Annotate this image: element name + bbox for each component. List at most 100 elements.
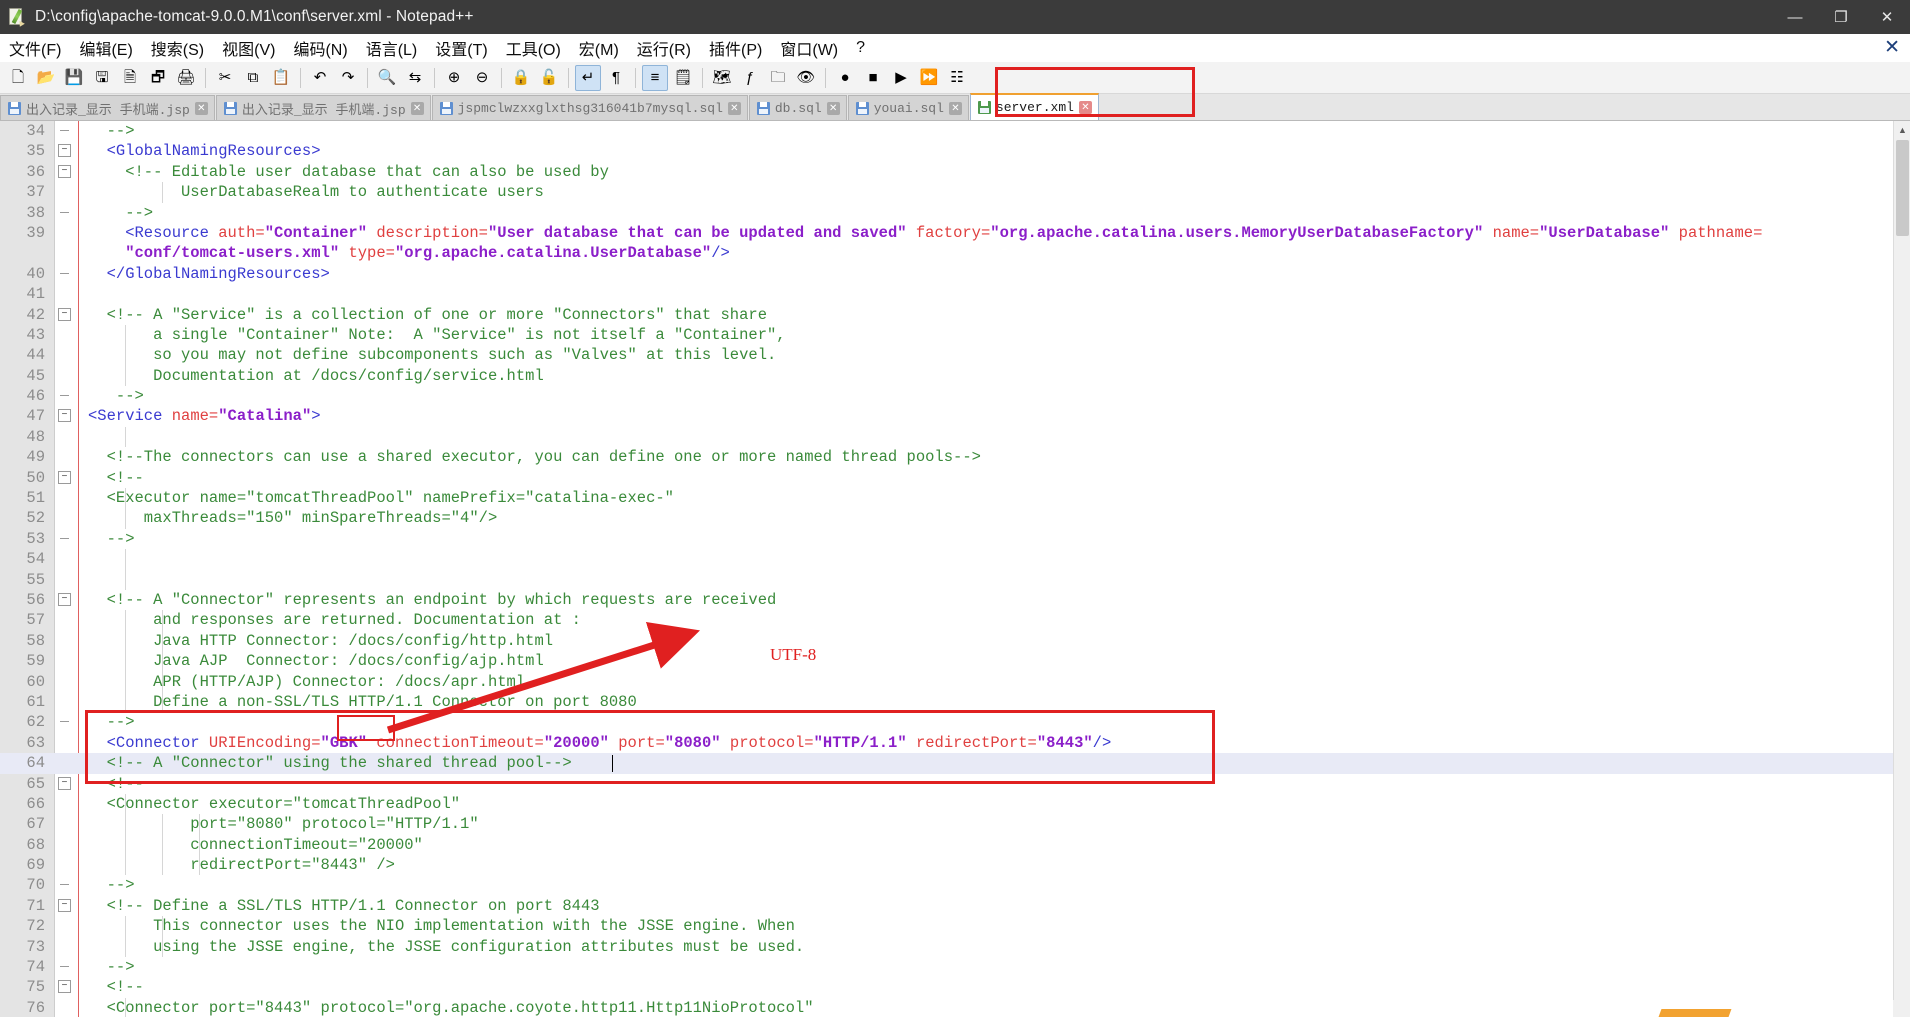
menu-help[interactable]: ? — [847, 36, 874, 60]
code-line[interactable]: 38 --> — [0, 203, 1910, 223]
code-line[interactable]: 52 maxThreads="150" minSpareThreads="4"/… — [0, 508, 1910, 529]
code-line[interactable]: 54 — [0, 549, 1910, 570]
menu-search[interactable]: 搜索(S) — [142, 33, 213, 63]
code-line[interactable]: 62 --> — [0, 712, 1910, 732]
paste-icon[interactable]: 📋 — [268, 65, 294, 91]
zoom-out-icon[interactable]: ⊖ — [469, 65, 495, 91]
fold-toggle-icon[interactable]: − — [58, 776, 71, 790]
code-line[interactable]: 55 — [0, 569, 1910, 590]
code-line[interactable]: 59 Java AJP Connector: /docs/config/ajp.… — [0, 651, 1910, 672]
find-icon[interactable]: 🔍 — [374, 65, 400, 91]
maximize-button[interactable]: ❐ — [1818, 0, 1864, 34]
menu-tools[interactable]: 工具(O) — [497, 33, 570, 63]
replace-icon[interactable]: ⇆ — [402, 65, 428, 91]
fold-toggle-icon[interactable]: − — [58, 470, 71, 484]
close-button[interactable]: ✕ — [1864, 0, 1910, 34]
code-line[interactable]: 36− <!-- Editable user database that can … — [0, 162, 1910, 182]
code-line[interactable]: 67 port="8080" protocol="HTTP/1.1" — [0, 814, 1910, 835]
code-line[interactable]: 41 — [0, 284, 1910, 304]
code-line[interactable]: 40 </GlobalNamingResources> — [0, 264, 1910, 284]
code-line[interactable]: 39 <Resource auth="Container" description… — [0, 223, 1910, 243]
code-line[interactable]: 75− <!-- — [0, 977, 1910, 997]
folder-as-workspace-icon[interactable]: 🗀 — [765, 65, 791, 91]
code-line[interactable]: "conf/tomcat-users.xml" type="org.apache… — [0, 243, 1910, 263]
code-line[interactable]: 51 <Executor name="tomcatThreadPool" name… — [0, 488, 1910, 509]
indent-guideline-icon[interactable]: ≡ — [642, 64, 668, 91]
macro-stop-icon[interactable]: ■ — [860, 65, 886, 91]
menu-run[interactable]: 运行(R) — [628, 33, 700, 63]
macro-save-icon[interactable]: ☷ — [944, 65, 970, 91]
cut-icon[interactable]: ✂ — [212, 65, 238, 91]
document-map-icon[interactable]: 🗺 — [709, 65, 735, 91]
new-file-icon[interactable]: 🗋 — [5, 65, 31, 91]
code-line[interactable]: 76 <Connector port="8443" protocol="org.a… — [0, 997, 1910, 1017]
tab-churu-jilu-2[interactable]: 出入记录_显示 手机端.jsp ✕ — [215, 95, 431, 120]
tab-db-sql[interactable]: db.sql ✕ — [748, 95, 847, 120]
sync-horizontal-scroll-icon[interactable]: 🔓 — [536, 65, 562, 91]
code-line[interactable]: 45 Documentation at /docs/config/service… — [0, 365, 1910, 387]
code-line[interactable]: 50− <!-- — [0, 468, 1910, 488]
code-line[interactable]: 74 --> — [0, 957, 1910, 977]
zoom-in-icon[interactable]: ⊕ — [441, 65, 467, 91]
code-line[interactable]: 37 UserDatabaseRealm to authenticate use… — [0, 182, 1910, 203]
menu-language[interactable]: 语言(L) — [357, 33, 427, 63]
function-list-icon[interactable]: ƒ — [737, 65, 763, 91]
fold-toggle-icon[interactable]: − — [58, 592, 71, 606]
undo-icon[interactable]: ↶ — [307, 65, 333, 91]
tab-close-icon[interactable]: ✕ — [948, 101, 962, 115]
code-line[interactable]: 46 --> — [0, 386, 1910, 406]
code-line[interactable]: 53 --> — [0, 529, 1910, 549]
code-line[interactable]: 49 <!--The connectors can use a shared ex… — [0, 447, 1910, 467]
tab-close-icon[interactable]: ✕ — [194, 101, 208, 115]
menu-window[interactable]: 窗口(W) — [771, 33, 847, 63]
code-editor[interactable]: 34 --> 35− <GlobalNamingResources> 36− <!-- E… — [0, 121, 1910, 1017]
redo-icon[interactable]: ↷ — [335, 65, 361, 91]
code-line[interactable]: 65− <!-- — [0, 774, 1910, 794]
close-file-icon[interactable]: 🗎 — [117, 65, 143, 91]
user-defined-language-icon[interactable]: 🗒 — [670, 65, 696, 91]
menu-settings[interactable]: 设置(T) — [426, 33, 496, 63]
tab-close-icon[interactable]: ✕ — [727, 101, 741, 115]
code-line[interactable]: 64 <!-- A "Connector" using the shared th… — [0, 753, 1910, 774]
tab-youai-sql[interactable]: youai.sql ✕ — [847, 95, 969, 120]
sync-vertical-scroll-icon[interactable]: 🔒 — [508, 65, 534, 91]
menu-encoding[interactable]: 编码(N) — [284, 33, 356, 63]
code-line[interactable]: 63 <Connector URIEncoding="GBK" connectio… — [0, 733, 1910, 753]
code-line[interactable]: 44 so you may not define subcomponents s… — [0, 345, 1910, 366]
code-line[interactable]: 35− <GlobalNamingResources> — [0, 141, 1910, 161]
code-line[interactable]: 58 Java HTTP Connector: /docs/config/htt… — [0, 630, 1910, 652]
code-line[interactable]: 43 a single "Container" Note: A "Service… — [0, 324, 1910, 346]
code-line[interactable]: 71− <!-- Define a SSL/TLS HTTP/1.1 Connec… — [0, 896, 1910, 916]
fold-toggle-icon[interactable]: − — [58, 164, 71, 178]
code-line[interactable]: 72 This connector uses the NIO implement… — [0, 916, 1910, 937]
code-line[interactable]: 61 Define a non-SSL/TLS HTTP/1.1 Connect… — [0, 691, 1910, 713]
close-document-icon[interactable]: ✕ — [1884, 36, 1900, 59]
code-line[interactable]: 69 redirectPort="8443" /> — [0, 855, 1910, 876]
fold-toggle-icon[interactable]: − — [58, 144, 71, 158]
monitoring-icon[interactable]: 👁 — [793, 65, 819, 91]
code-line[interactable]: 60 APR (HTTP/AJP) Connector: /docs/apr.h… — [0, 671, 1910, 692]
code-text-area[interactable]: 34 --> 35− <GlobalNamingResources> 36− <!-- E… — [0, 121, 1910, 1017]
tab-server-xml[interactable]: server.xml ✕ — [969, 93, 1099, 120]
fold-toggle-icon[interactable]: − — [58, 307, 71, 321]
scroll-up-arrow-icon[interactable]: ▲ — [1894, 121, 1910, 138]
fold-toggle-icon[interactable]: − — [58, 980, 71, 994]
open-file-icon[interactable]: 📂 — [33, 65, 59, 91]
word-wrap-icon[interactable]: ↵ — [575, 64, 601, 91]
macro-playback-multiple-icon[interactable]: ⏩ — [916, 65, 942, 91]
code-line[interactable]: 56− <!-- A "Connector" represents an endp… — [0, 590, 1910, 610]
code-line[interactable]: 68 connectionTimeout="20000" — [0, 834, 1910, 856]
menu-file[interactable]: 文件(F) — [0, 33, 70, 63]
macro-record-icon[interactable]: ● — [832, 65, 858, 91]
tab-close-icon[interactable]: ✕ — [1078, 101, 1092, 114]
code-line[interactable]: 57 and responses are returned. Documenta… — [0, 610, 1910, 631]
minimize-button[interactable]: — — [1772, 0, 1818, 34]
save-icon[interactable]: 💾 — [61, 65, 87, 91]
menu-edit[interactable]: 编辑(E) — [70, 33, 141, 63]
code-line[interactable]: 42− <!-- A "Service" is a collection of o… — [0, 305, 1910, 325]
menu-view[interactable]: 视图(V) — [213, 33, 284, 63]
menu-macro[interactable]: 宏(M) — [570, 33, 628, 63]
code-line[interactable]: 34 --> — [0, 121, 1910, 141]
code-line[interactable]: 66 <Connector executor="tomcatThreadPool" — [0, 793, 1910, 815]
macro-play-icon[interactable]: ▶ — [888, 65, 914, 91]
